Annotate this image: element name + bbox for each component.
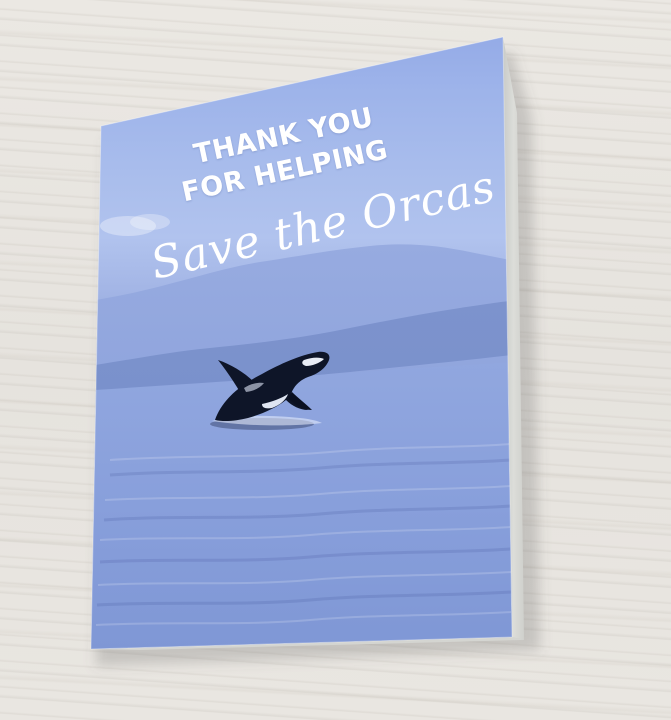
cloud xyxy=(130,214,170,230)
greeting-card-photo: THANK YOU FOR HELPING Save the Orcas xyxy=(0,0,671,720)
